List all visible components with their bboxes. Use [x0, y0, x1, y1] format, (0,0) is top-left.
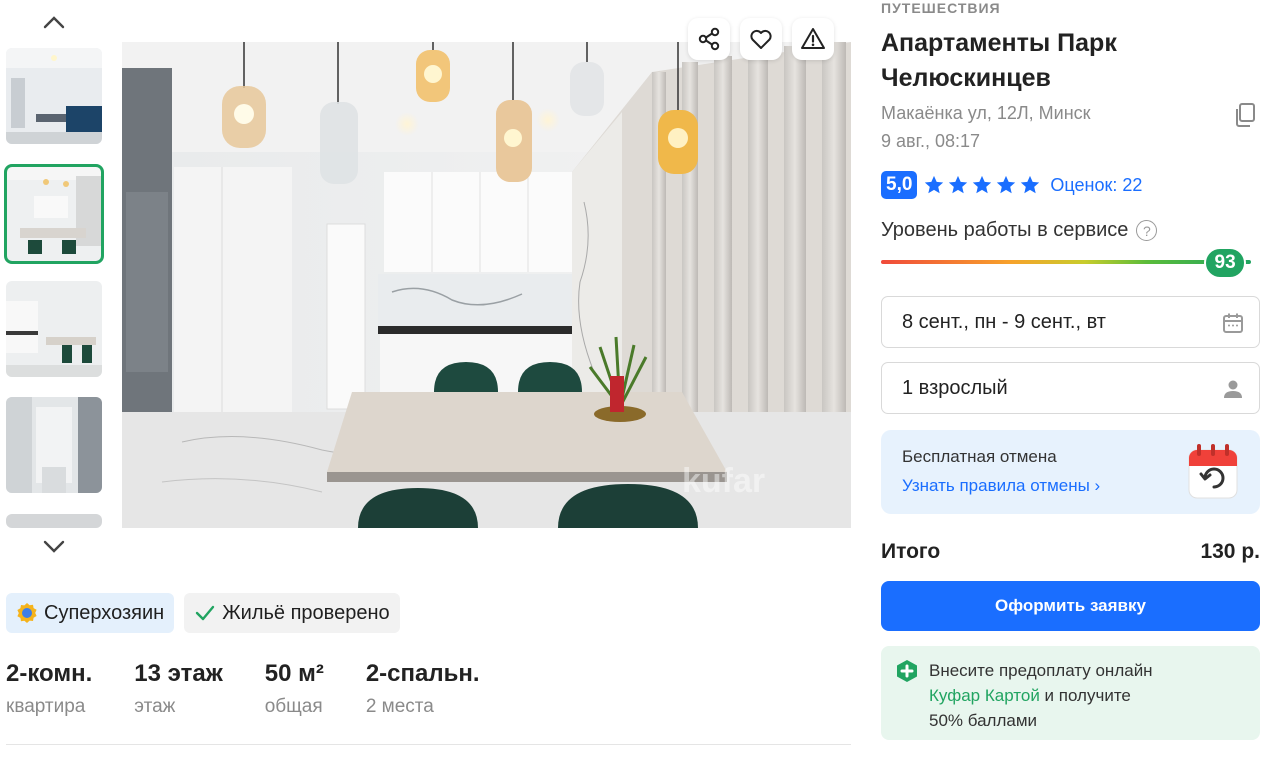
spec-label: квартира [6, 696, 86, 717]
copy-icon[interactable] [1233, 102, 1257, 128]
thumbnail-3[interactable] [6, 281, 102, 377]
cancellation-box: Бесплатная отмена Узнать правила отмены … [881, 430, 1260, 514]
spec-bedrooms: 2-спальн. 2 места [366, 660, 480, 718]
watermark: kufar [682, 462, 766, 500]
kufar-card-link[interactable]: Куфар Картой [929, 686, 1040, 705]
rating-stars [923, 174, 1041, 196]
guests-field[interactable]: 1 взрослый [881, 362, 1260, 414]
promo-line-1: Внесите предоплату онлайн [929, 661, 1153, 680]
chevron-up-icon[interactable] [40, 10, 68, 34]
superhost-label: Суперхозяин [44, 601, 165, 624]
thumbnail-column [0, 0, 110, 560]
star-icon [1021, 175, 1040, 194]
section-divider [6, 744, 851, 745]
favorite-button[interactable] [740, 18, 782, 60]
category-label: ПУТЕШЕСТВИЯ [881, 0, 1001, 16]
spec-value: 2-спальн. [365, 660, 480, 687]
checkmark-icon [195, 605, 215, 621]
spec-label: этаж [134, 696, 176, 717]
service-level: Уровень работы в сервисе ? [881, 219, 1158, 242]
property-specs: 2-комн. квартира 13 этаж этаж 50 м² обща… [6, 660, 522, 718]
warning-icon [801, 28, 825, 49]
photo-actions [688, 18, 834, 60]
service-score-badge: 93 [1204, 247, 1247, 279]
total-row: Итого 130 р. [881, 540, 1260, 564]
submit-request-button[interactable]: Оформить заявку [881, 581, 1260, 631]
verified-badge: Жильё проверено [184, 593, 400, 633]
verified-label: Жильё проверено [222, 601, 390, 624]
spec-label: 2 места [365, 696, 434, 717]
cancellation-rules-link[interactable]: Узнать правила отмены › [902, 476, 1100, 496]
service-level-bar [881, 260, 1251, 264]
calendar-return-icon [1188, 444, 1238, 499]
total-label: Итого [881, 540, 941, 563]
star-icon [925, 175, 944, 194]
star-icon [949, 175, 968, 194]
thumbnail-1[interactable] [6, 48, 102, 144]
heart-icon [750, 29, 772, 49]
promo-text: Внесите предоплату онлайн Куфар Картой и… [929, 658, 1153, 733]
superhost-badge: Суперхозяин [6, 593, 175, 633]
thumbnail-4[interactable] [6, 397, 102, 493]
prepayment-promo: Внесите предоплату онлайн Куфар Картой и… [881, 646, 1260, 740]
listing-date: 9 авг., 08:17 [881, 131, 980, 151]
main-photo[interactable]: kufar [122, 42, 851, 528]
host-badges: Суперхозяин Жильё проверено [6, 593, 400, 633]
spec-value: 13 этаж [134, 660, 223, 687]
spec-label: общая [264, 696, 323, 717]
promo-line-2-rest: и получите [1039, 686, 1131, 705]
spec-floor: 13 этаж этаж [134, 660, 222, 718]
spec-value: 2-комн. [6, 660, 93, 687]
promo-line-3: 50% баллами [929, 711, 1038, 730]
calendar-icon [1223, 313, 1243, 333]
star-icon [997, 175, 1016, 194]
thumbnail-5[interactable] [6, 514, 102, 528]
listing-address: Макаёнка ул, 12Л, Минск [881, 103, 1091, 123]
total-price: 130 р. [1200, 540, 1260, 563]
help-icon[interactable]: ? [1136, 220, 1158, 241]
dates-value: 8 сент., пн - 9 сент., вт [902, 310, 1106, 333]
cancellation-title: Бесплатная отмена [902, 447, 1057, 466]
medal-icon [17, 603, 37, 623]
kufar-card-icon [897, 660, 917, 682]
spec-area: 50 м² общая [265, 660, 324, 718]
dates-field[interactable]: 8 сент., пн - 9 сент., вт [881, 296, 1260, 348]
star-icon [973, 175, 992, 194]
share-icon [698, 27, 720, 51]
reviews-link[interactable]: Оценок: 22 [1050, 175, 1142, 196]
person-icon [1224, 380, 1242, 398]
promo-line-2: Куфар Картой и получите [929, 683, 1153, 708]
chevron-down-icon[interactable] [40, 535, 68, 559]
rating-score: 5,0 [881, 171, 918, 199]
spec-value: 50 м² [264, 660, 324, 687]
guests-value: 1 взрослый [902, 376, 1008, 399]
service-level-label: Уровень работы в сервисе [881, 219, 1129, 241]
thumbnail-2[interactable] [4, 164, 104, 264]
share-button[interactable] [688, 18, 730, 60]
report-button[interactable] [792, 18, 834, 60]
rating-row: 5,0 Оценок: 22 [881, 171, 1142, 199]
spec-rooms: 2-комн. квартира [6, 660, 92, 718]
listing-title: Апартаменты Парк Челюскинцев [881, 29, 1117, 92]
